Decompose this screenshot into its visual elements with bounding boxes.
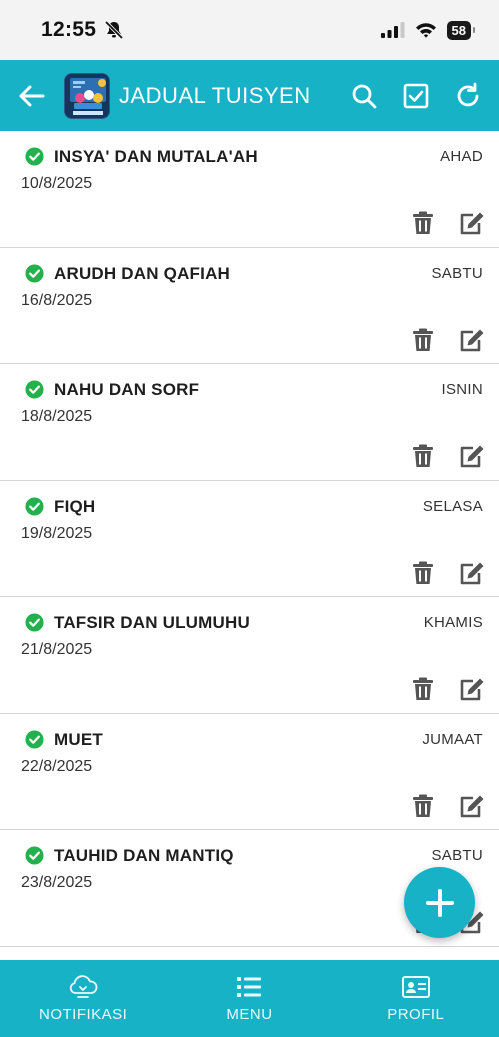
edit-icon[interactable] [459,444,485,468]
wifi-icon [415,23,436,38]
day-label: AHAD [440,148,483,165]
refresh-button[interactable] [453,81,483,111]
day-label: SELASA [422,497,483,515]
trash-icon[interactable] [412,561,434,585]
back-button[interactable] [16,80,48,112]
nav-label: MENU [226,1006,273,1023]
cloud-notification-icon [69,975,98,998]
trash-icon[interactable] [412,794,434,818]
app-logo-icon [65,73,109,118]
date-label: 18/8/2025 [21,408,93,425]
select-button[interactable] [401,81,431,111]
subject-name: NAHU DAN SORF [54,380,200,399]
status-bar: 12:55 58 [0,0,499,60]
subject-name: ARUDH DAN QAFIAH [54,263,231,283]
nav-label: PROFIL [387,1006,445,1023]
day-label: ISNIN [441,381,483,398]
subject-name: TAFSIR DAN ULUMUHU [54,613,250,632]
schedule-item[interactable]: INSYA' DAN MUTALA'AH AHAD 10/8/2025 [0,131,499,248]
schedule-item[interactable]: MUET JUMAAT 22/8/2025 [0,714,499,830]
list-icon [237,977,262,997]
subject-name: MUET [54,729,103,749]
day-label: SABTU [431,847,483,864]
check-circle-icon [25,496,44,516]
id-card-icon [401,976,430,998]
schedule-item[interactable]: NAHU DAN SORF ISNIN 18/8/2025 [0,364,499,481]
check-circle-icon [25,263,44,283]
trash-icon[interactable] [412,677,434,701]
bell-muted-icon [104,20,124,40]
schedule-item[interactable]: TAFSIR DAN ULUMUHU KHAMIS 21/8/2025 [0,597,499,714]
edit-icon[interactable] [459,561,485,585]
check-circle-icon [25,380,44,399]
edit-icon[interactable] [459,794,485,818]
app-bar: JADUAL TUISYEN [0,60,499,131]
subject-name: TAUHID DAN MANTIQ [54,846,234,865]
schedule-item[interactable]: ARUDH DAN QAFIAH SABTU 16/8/2025 [0,248,499,364]
bottom-navigation: NOTIFIKASI MENU PROFIL [0,960,499,1037]
plus-icon [425,888,454,917]
schedule-list: INSYA' DAN MUTALA'AH AHAD 10/8/2025 ARUD… [0,131,499,947]
date-label: 22/8/2025 [21,757,93,775]
check-circle-icon [25,846,44,865]
nav-notifikasi[interactable]: NOTIFIKASI [0,960,166,1037]
check-circle-icon [25,147,44,166]
day-label: KHAMIS [423,614,483,631]
trash-icon[interactable] [412,444,434,468]
edit-icon[interactable] [459,328,485,352]
nav-profil[interactable]: PROFIL [333,960,499,1037]
signal-icon [380,22,405,38]
search-button[interactable] [349,81,379,111]
date-label: 10/8/2025 [21,175,93,192]
app-logo [64,72,110,119]
arrow-left-icon [19,85,45,106]
add-schedule-button[interactable] [404,867,475,938]
search-icon [352,84,377,108]
day-label: SABTU [431,264,483,282]
subject-name: INSYA' DAN MUTALA'AH [54,147,258,166]
date-label: 21/8/2025 [21,641,93,658]
edit-icon[interactable] [459,677,485,701]
nav-menu[interactable]: MENU [166,960,332,1037]
check-circle-icon [25,729,44,749]
nav-label: NOTIFIKASI [38,1006,128,1023]
check-circle-icon [25,613,44,632]
trash-icon[interactable] [412,211,434,235]
date-label: 19/8/2025 [21,524,93,542]
schedule-item[interactable]: FIQH SELASA 19/8/2025 [0,481,499,597]
status-time: 12:55 [41,18,97,41]
subject-name: FIQH [54,496,96,516]
date-label: 16/8/2025 [21,291,93,309]
page-title: JADUAL TUISYEN [119,82,311,108]
edit-icon[interactable] [459,211,485,235]
trash-icon[interactable] [412,328,434,352]
date-label: 23/8/2025 [21,874,93,891]
day-label: JUMAAT [422,730,483,748]
checkbox-icon [403,83,429,108]
refresh-icon [457,82,479,106]
battery-indicator: 58 [446,20,476,40]
